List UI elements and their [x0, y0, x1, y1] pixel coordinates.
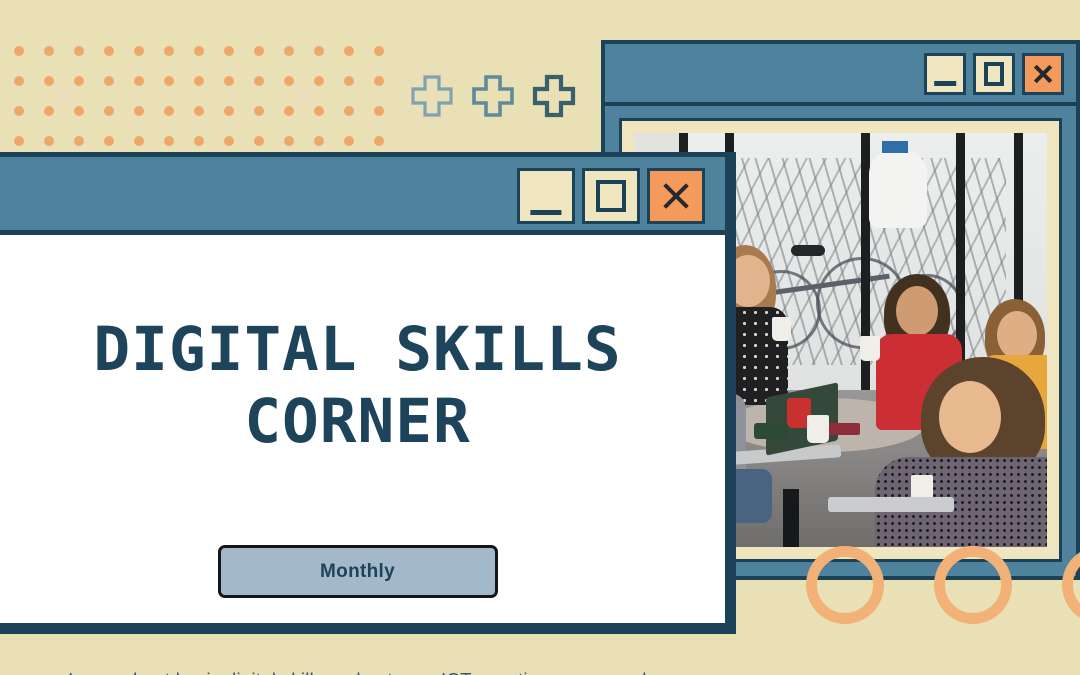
close-button[interactable]	[647, 168, 705, 224]
dot	[134, 136, 144, 146]
front-window-controls	[517, 168, 705, 224]
maximize-button[interactable]	[973, 53, 1015, 95]
frequency-button[interactable]: Monthly	[217, 545, 498, 598]
photo-person-head	[895, 285, 938, 336]
minimize-icon	[934, 81, 956, 86]
front-window: DIGITAL SKILLS CORNER Monthly Learn abou…	[0, 152, 736, 675]
dot	[14, 46, 24, 56]
close-icon	[1032, 63, 1054, 85]
photo-person-foreground	[865, 356, 1047, 547]
dot	[284, 106, 294, 116]
close-icon	[660, 181, 692, 212]
dot	[224, 46, 234, 56]
dot	[254, 76, 264, 86]
maximize-button[interactable]	[582, 168, 640, 224]
dot	[14, 76, 24, 86]
dot	[134, 46, 144, 56]
subtitle: Learn about basic digital skills and get…	[0, 669, 725, 675]
ring-decoration	[934, 546, 1012, 624]
dot	[314, 46, 324, 56]
photo-background-figure	[869, 149, 928, 228]
dot	[344, 136, 354, 146]
dot	[374, 46, 384, 56]
dot	[194, 46, 204, 56]
dot	[314, 136, 324, 146]
maximize-icon	[595, 180, 627, 212]
front-window-titlebar	[0, 152, 725, 235]
dot	[14, 106, 24, 116]
photo-coffee-cup	[807, 414, 830, 443]
dot	[134, 76, 144, 86]
photo-phone	[753, 422, 788, 439]
dot	[104, 136, 114, 146]
dot	[344, 46, 354, 56]
dot	[224, 106, 234, 116]
dot	[44, 136, 54, 146]
dot	[134, 106, 144, 116]
minimize-icon	[530, 210, 562, 215]
dot	[254, 46, 264, 56]
dot	[374, 76, 384, 86]
dot	[44, 106, 54, 116]
dot	[44, 46, 54, 56]
dot	[74, 46, 84, 56]
dot	[194, 136, 204, 146]
plus-icon	[532, 74, 576, 118]
dot	[314, 106, 324, 116]
dot	[284, 136, 294, 146]
minimize-button[interactable]	[517, 168, 575, 224]
front-window-content: DIGITAL SKILLS CORNER Monthly Learn abou…	[0, 235, 725, 675]
photo-laptop	[828, 497, 955, 513]
dot	[164, 106, 174, 116]
page-title: DIGITAL SKILLS CORNER	[93, 313, 622, 457]
back-window-controls	[924, 53, 1064, 95]
dot	[344, 76, 354, 86]
photo-person-head	[939, 380, 1002, 453]
frequency-button-label: Monthly	[320, 560, 395, 582]
back-window-titlebar	[605, 44, 1076, 106]
poster-canvas: DIGITAL SKILLS CORNER Monthly Learn abou…	[0, 0, 1080, 675]
dot	[314, 76, 324, 86]
minimize-button[interactable]	[924, 53, 966, 95]
dot-grid-decoration	[14, 46, 394, 146]
dot	[104, 46, 114, 56]
dot	[284, 46, 294, 56]
dot	[194, 106, 204, 116]
dot	[374, 136, 384, 146]
dot	[224, 136, 234, 146]
dot	[104, 76, 114, 86]
dot	[254, 136, 264, 146]
dot	[74, 76, 84, 86]
dot	[344, 106, 354, 116]
dot	[284, 76, 294, 86]
photo-coffee-cup	[772, 316, 792, 341]
photo-table-leg	[782, 489, 799, 547]
plus-icon	[410, 74, 454, 118]
dot	[74, 136, 84, 146]
dot	[164, 136, 174, 146]
photo-coffee-cup	[859, 335, 880, 361]
photo-background-sign	[881, 141, 908, 154]
dot	[164, 76, 174, 86]
plus-icon	[471, 74, 515, 118]
dot	[74, 106, 84, 116]
dot	[254, 106, 264, 116]
dot	[14, 136, 24, 146]
dot	[164, 46, 174, 56]
ring-decoration	[806, 546, 884, 624]
dot	[44, 76, 54, 86]
maximize-icon	[983, 62, 1005, 86]
dot	[374, 106, 384, 116]
dot	[194, 76, 204, 86]
dot	[104, 106, 114, 116]
close-button[interactable]	[1022, 53, 1064, 95]
photo-person-head	[996, 310, 1037, 359]
dot	[224, 76, 234, 86]
